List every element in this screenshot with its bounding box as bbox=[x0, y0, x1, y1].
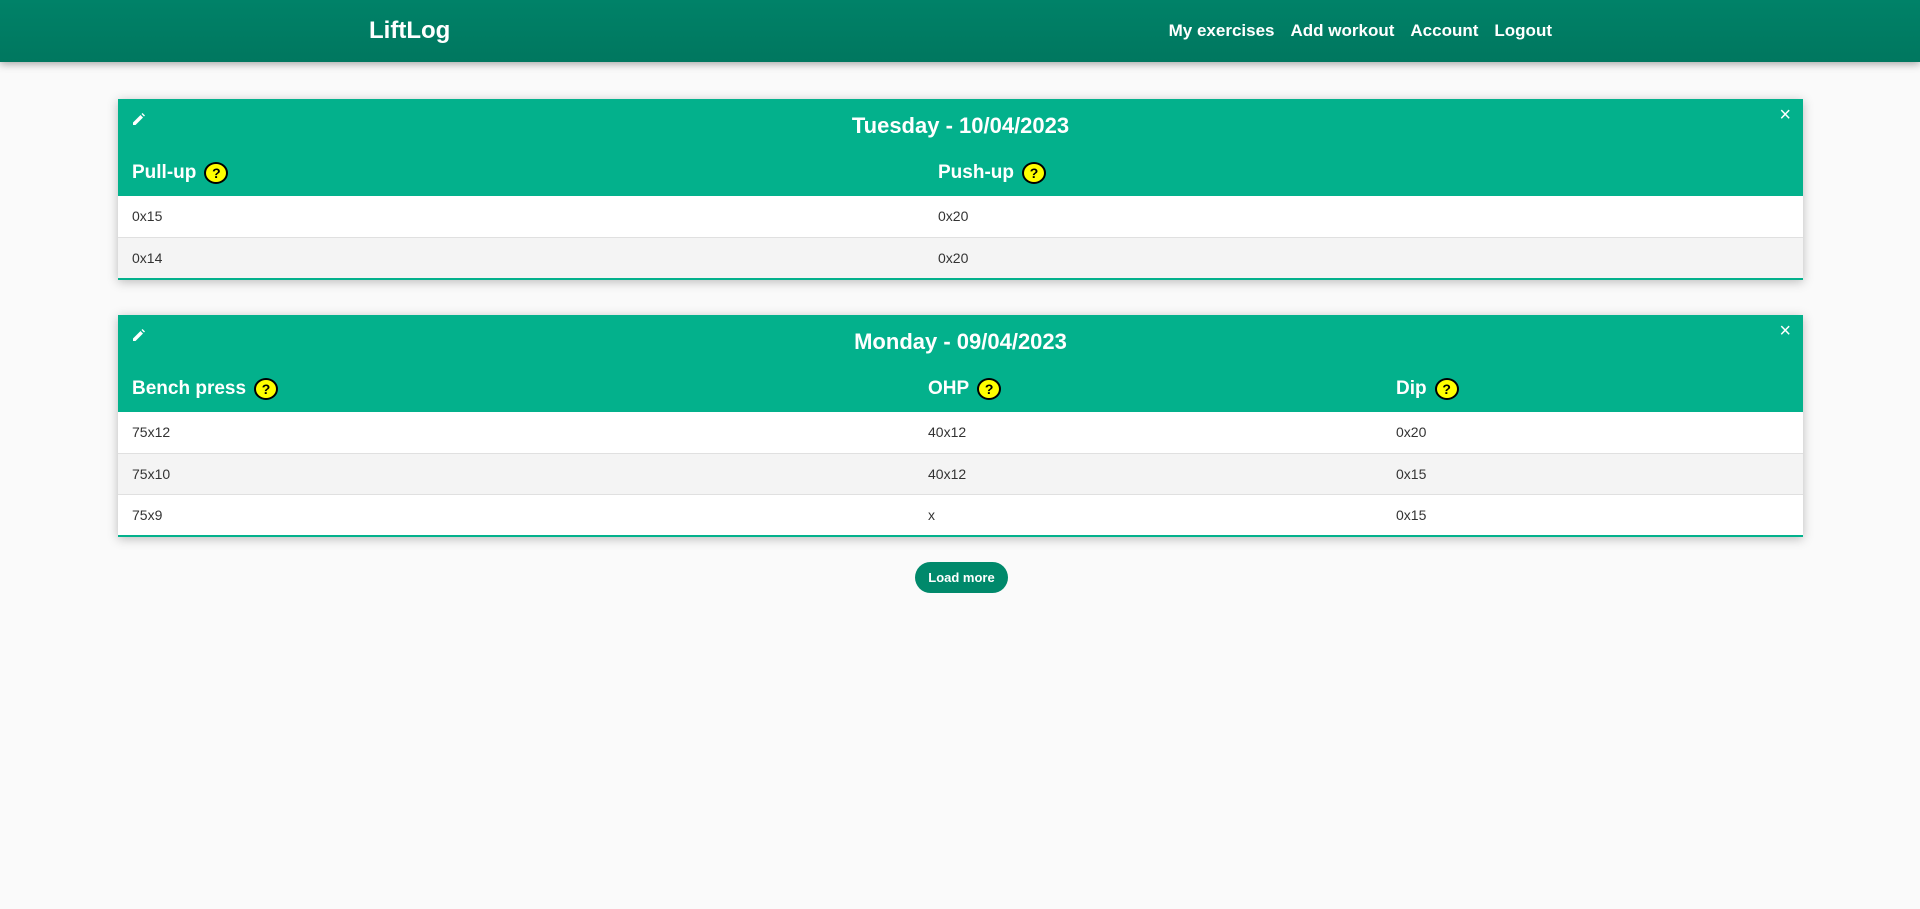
workout-card-header: × Monday - 09/04/2023 Bench press ? OHP … bbox=[118, 315, 1803, 412]
sets-table: 75x12 40x12 0x20 75x10 40x12 0x15 75x9 x… bbox=[118, 412, 1803, 535]
nav-logout[interactable]: Logout bbox=[1494, 21, 1552, 41]
set-cell: 0x20 bbox=[938, 250, 969, 266]
exercise-header: Dip ? bbox=[1396, 378, 1459, 400]
set-cell: 0x15 bbox=[1396, 466, 1427, 482]
sets-table: 0x15 0x20 0x14 0x20 bbox=[118, 196, 1803, 278]
exercise-name: OHP bbox=[928, 378, 970, 399]
set-cell: 0x15 bbox=[1396, 507, 1427, 523]
set-row: 0x15 0x20 bbox=[118, 196, 1803, 237]
exercise-header: OHP ? bbox=[928, 378, 1002, 400]
set-cell: 0x20 bbox=[938, 208, 969, 224]
set-row: 75x12 40x12 0x20 bbox=[118, 412, 1803, 453]
workout-title: Monday - 09/04/2023 bbox=[854, 329, 1067, 354]
exercise-name: Push-up bbox=[938, 162, 1014, 183]
set-cell: x bbox=[928, 507, 935, 523]
help-icon[interactable]: ? bbox=[977, 378, 1002, 400]
help-icon[interactable]: ? bbox=[254, 378, 279, 400]
exercise-header: Push-up ? bbox=[938, 162, 1046, 184]
exercise-name: Bench press bbox=[132, 378, 247, 399]
exercise-name: Pull-up bbox=[132, 162, 197, 183]
help-icon[interactable]: ? bbox=[1434, 378, 1459, 400]
set-cell: 40x12 bbox=[928, 466, 967, 482]
brand-logo[interactable]: LiftLog bbox=[369, 17, 450, 45]
pencil-icon[interactable] bbox=[131, 327, 147, 343]
workout-list: × Tuesday - 10/04/2023 Pull-up ? Push-up… bbox=[0, 62, 1920, 593]
nav-my-exercises[interactable]: My exercises bbox=[1169, 21, 1275, 41]
set-cell: 40x12 bbox=[928, 424, 967, 440]
close-icon[interactable]: × bbox=[1779, 321, 1791, 341]
exercise-name: Dip bbox=[1396, 378, 1427, 399]
help-icon[interactable]: ? bbox=[1022, 162, 1046, 184]
set-row: 75x9 x 0x15 bbox=[118, 494, 1803, 535]
nav-account[interactable]: Account bbox=[1410, 21, 1478, 41]
set-cell: 0x20 bbox=[1396, 424, 1427, 440]
set-cell: 0x15 bbox=[132, 208, 163, 224]
set-cell: 75x12 bbox=[132, 424, 171, 440]
nav-links: My exercises Add workout Account Logout bbox=[1169, 21, 1552, 41]
help-icon[interactable]: ? bbox=[204, 162, 229, 184]
load-more-wrapper: Load more bbox=[0, 562, 1920, 593]
set-cell: 0x14 bbox=[132, 250, 163, 266]
exercise-header: Pull-up ? bbox=[132, 162, 229, 184]
workout-title: Tuesday - 10/04/2023 bbox=[851, 113, 1070, 138]
set-row: 0x14 0x20 bbox=[118, 237, 1803, 278]
load-more-button[interactable]: Load more bbox=[915, 562, 1008, 593]
nav-add-workout[interactable]: Add workout bbox=[1291, 21, 1395, 41]
set-row: 75x10 40x12 0x15 bbox=[118, 453, 1803, 494]
workout-card-header: × Tuesday - 10/04/2023 Pull-up ? Push-up… bbox=[118, 99, 1803, 196]
exercise-header: Bench press ? bbox=[132, 378, 279, 400]
navbar: LiftLog My exercises Add workout Account… bbox=[0, 0, 1920, 62]
set-cell: 75x9 bbox=[132, 507, 163, 523]
exercise-header-row: Pull-up ? Push-up ? bbox=[118, 162, 1803, 196]
close-icon[interactable]: × bbox=[1779, 105, 1791, 125]
workout-card: × Tuesday - 10/04/2023 Pull-up ? Push-up… bbox=[118, 99, 1803, 280]
workout-card: × Monday - 09/04/2023 Bench press ? OHP … bbox=[118, 315, 1803, 537]
exercise-header-row: Bench press ? OHP ? Dip ? bbox=[118, 378, 1803, 412]
set-cell: 75x10 bbox=[132, 466, 171, 482]
pencil-icon[interactable] bbox=[131, 111, 147, 127]
